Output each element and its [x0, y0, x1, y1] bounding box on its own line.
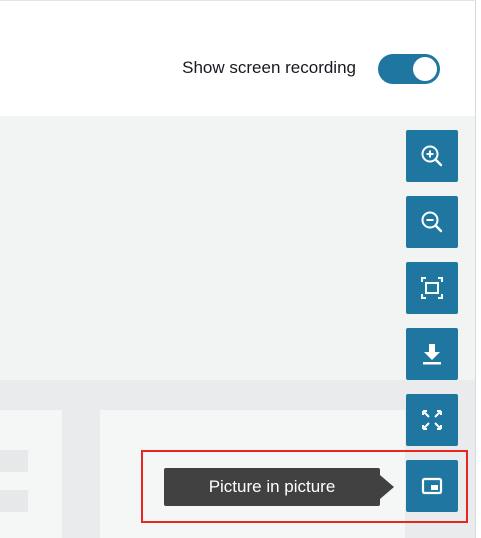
panel-border	[0, 0, 476, 538]
screen-recording-panel: Show screen recording Picture in picture	[0, 0, 481, 538]
